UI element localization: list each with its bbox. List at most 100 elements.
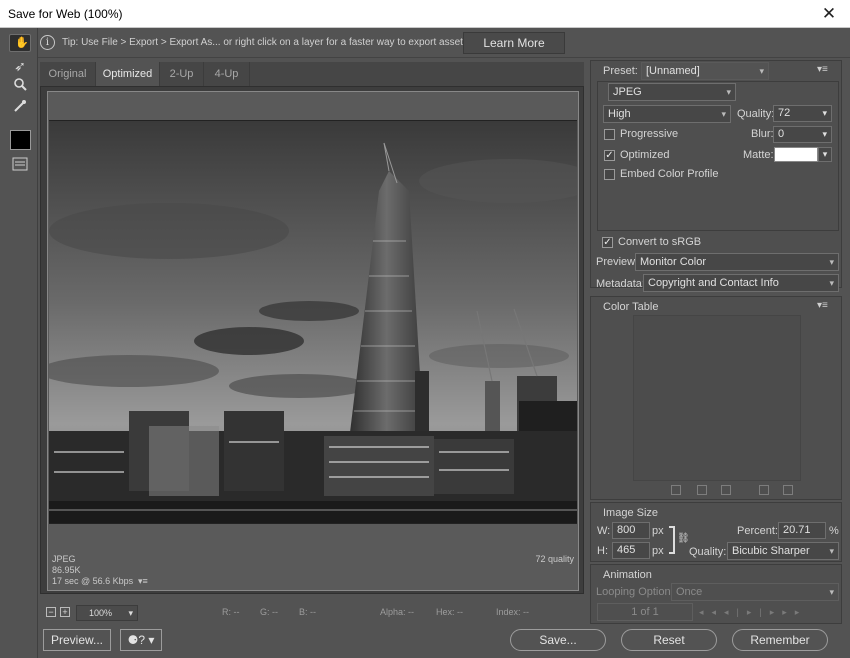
tab-4up[interactable]: 4-Up xyxy=(204,62,250,86)
save-button[interactable]: Save... xyxy=(510,629,606,651)
color-table-grid xyxy=(633,315,801,481)
optimized-preview-frame: JPEG 86.95K 17 sec @ 56.6 Kbps ▾≡ 72 qua… xyxy=(47,91,579,591)
chevron-down-icon: ▾ xyxy=(829,587,834,597)
color-table-menu-icon[interactable]: ▾≡ xyxy=(817,300,828,311)
tab-optimized[interactable]: Optimized xyxy=(96,62,160,86)
preview-viewport: JPEG 86.95K 17 sec @ 56.6 Kbps ▾≡ 72 qua… xyxy=(40,86,584,594)
resample-quality-select[interactable]: Bicubic Sharper ▾ xyxy=(727,542,839,560)
frame-counter: 1 of 1 xyxy=(597,603,693,621)
optimize-settings-panel: Preset: [Unnamed] ▾ ▾≡ JPEG ▾ High ▾ Qualit… xyxy=(590,60,842,292)
link-dimensions-bracket xyxy=(669,526,675,554)
looping-options-select[interactable]: Once ▾ xyxy=(671,583,839,601)
image-format: JPEG xyxy=(52,554,76,564)
looping-options-label: Looping Options: xyxy=(596,586,680,598)
quality-preset-value: High xyxy=(608,108,631,120)
width-label: W: xyxy=(597,525,611,537)
blur-value: 0 xyxy=(778,128,785,140)
embed-color-profile-checkbox[interactable] xyxy=(604,169,615,180)
animation-playback-controls[interactable]: ◂◂◂|▸|▸▸▸ xyxy=(699,603,839,621)
zoom-in-icon[interactable]: + xyxy=(60,607,70,617)
map-color-icon[interactable] xyxy=(671,485,681,495)
image-size-title: Image Size xyxy=(603,507,659,519)
tab-original[interactable]: Original xyxy=(40,62,96,86)
green-readout: G: -- xyxy=(260,607,278,617)
looping-value: Once xyxy=(676,586,703,598)
quality-value: 72 xyxy=(778,107,791,119)
metadata-select[interactable]: Copyright and Contact Info ▾ xyxy=(643,274,839,292)
download-time: 17 sec @ 56.6 Kbps xyxy=(52,576,134,586)
preview-button[interactable]: Preview... xyxy=(43,629,111,651)
height-input[interactable]: 465 xyxy=(612,542,650,559)
chevron-down-icon: ▾ xyxy=(829,546,834,556)
animation-title: Animation xyxy=(603,569,652,581)
browser-icon: ⚈? xyxy=(127,633,146,647)
quality-label: Quality: xyxy=(737,108,775,120)
status-bar: − + 100% ▾ R: -- G: -- B: -- Alpha: -- He… xyxy=(40,598,584,625)
toggle-slices-icon[interactable] xyxy=(9,156,31,176)
tip-text: Tip: Use File > Export > Export As... or… xyxy=(62,37,468,48)
convert-srgb-checkbox[interactable]: ✓ xyxy=(602,237,613,248)
percent-input[interactable]: 20.71 xyxy=(778,522,826,539)
resample-quality-label: Quality: xyxy=(689,546,727,558)
format-value: JPEG xyxy=(613,86,642,98)
matte-color-swatch[interactable] xyxy=(774,147,818,162)
browser-select-button[interactable]: ⚈? ▾ xyxy=(120,629,162,651)
metadata-value: Copyright and Contact Info xyxy=(648,277,779,289)
width-input[interactable]: 800 xyxy=(612,522,650,539)
color-table-panel: Color Table ▾≡ xyxy=(590,296,842,500)
preview-select[interactable]: Monitor Color ▾ xyxy=(635,253,839,271)
slice-select-tool-icon[interactable]: ➶ xyxy=(9,56,31,76)
download-rate-menu-icon[interactable]: ▾≡ xyxy=(138,576,148,587)
tab-2up[interactable]: 2-Up xyxy=(160,62,204,86)
window-title: Save for Web (100%) xyxy=(8,7,123,21)
metadata-label: Metadata: xyxy=(596,278,645,290)
embed-color-profile-label: Embed Color Profile xyxy=(620,168,719,180)
trash-icon[interactable] xyxy=(783,485,793,495)
chevron-down-icon: ▾ xyxy=(759,66,764,76)
percent-unit: % xyxy=(829,525,839,537)
chevron-down-icon: ▾ xyxy=(822,129,827,139)
zoom-out-icon[interactable]: − xyxy=(46,607,56,617)
width-unit: px xyxy=(652,525,664,537)
new-color-icon[interactable] xyxy=(759,485,769,495)
tip-bar: i Tip: Use File > Export > Export As... … xyxy=(38,28,850,58)
index-readout: Index: -- xyxy=(496,607,530,617)
blur-input[interactable]: 0 ▾ xyxy=(773,126,832,143)
progressive-checkbox[interactable] xyxy=(604,129,615,140)
zoom-value: 100% xyxy=(89,608,113,618)
height-label: H: xyxy=(597,545,608,557)
matte-dropdown-icon[interactable]: ▾ xyxy=(818,147,832,162)
reset-button[interactable]: Reset xyxy=(621,629,717,651)
optimized-checkbox[interactable]: ✓ xyxy=(604,150,615,161)
preview-value: Monitor Color xyxy=(640,256,707,268)
preset-select[interactable]: [Unnamed] ▾ xyxy=(641,62,769,80)
alpha-readout: Alpha: -- xyxy=(380,607,415,617)
learn-more-button[interactable]: Learn More xyxy=(463,32,565,54)
eyedropper-color-swatch[interactable] xyxy=(10,130,31,150)
image-quality-label: 72 quality xyxy=(535,554,574,564)
link-icon[interactable]: ⛓ xyxy=(677,533,690,544)
close-icon[interactable]: ✕ xyxy=(808,0,850,28)
animation-panel: Animation Looping Options: Once ▾ 1 of 1 … xyxy=(590,564,842,624)
zoom-tool-icon[interactable] xyxy=(9,76,31,96)
preset-value: [Unnamed] xyxy=(646,65,700,77)
web-shift-icon[interactable] xyxy=(697,485,707,495)
zoom-select[interactable]: 100% ▾ xyxy=(76,605,138,621)
progressive-label: Progressive xyxy=(620,128,679,140)
quality-preset-select[interactable]: High ▾ xyxy=(603,105,731,123)
chevron-down-icon: ▾ xyxy=(829,278,834,288)
preset-label: Preset: xyxy=(603,65,638,77)
title-bar: Save for Web (100%) ✕ xyxy=(0,0,850,28)
format-select[interactable]: JPEG ▾ xyxy=(608,83,736,101)
optimize-menu-icon[interactable]: ▾≡ xyxy=(817,64,828,75)
toolbox: ✋ ➶ xyxy=(0,28,38,658)
hand-tool-icon[interactable]: ✋ xyxy=(9,34,31,52)
preview-image[interactable] xyxy=(49,120,577,524)
chevron-down-icon: ▾ xyxy=(829,257,834,267)
eyedropper-tool-icon[interactable] xyxy=(9,98,31,118)
quality-input[interactable]: 72 ▾ xyxy=(773,105,832,122)
remember-button[interactable]: Remember xyxy=(732,629,828,651)
optimized-label: Optimized xyxy=(620,149,670,161)
color-table-title: Color Table xyxy=(603,301,659,313)
lock-color-icon[interactable] xyxy=(721,485,731,495)
